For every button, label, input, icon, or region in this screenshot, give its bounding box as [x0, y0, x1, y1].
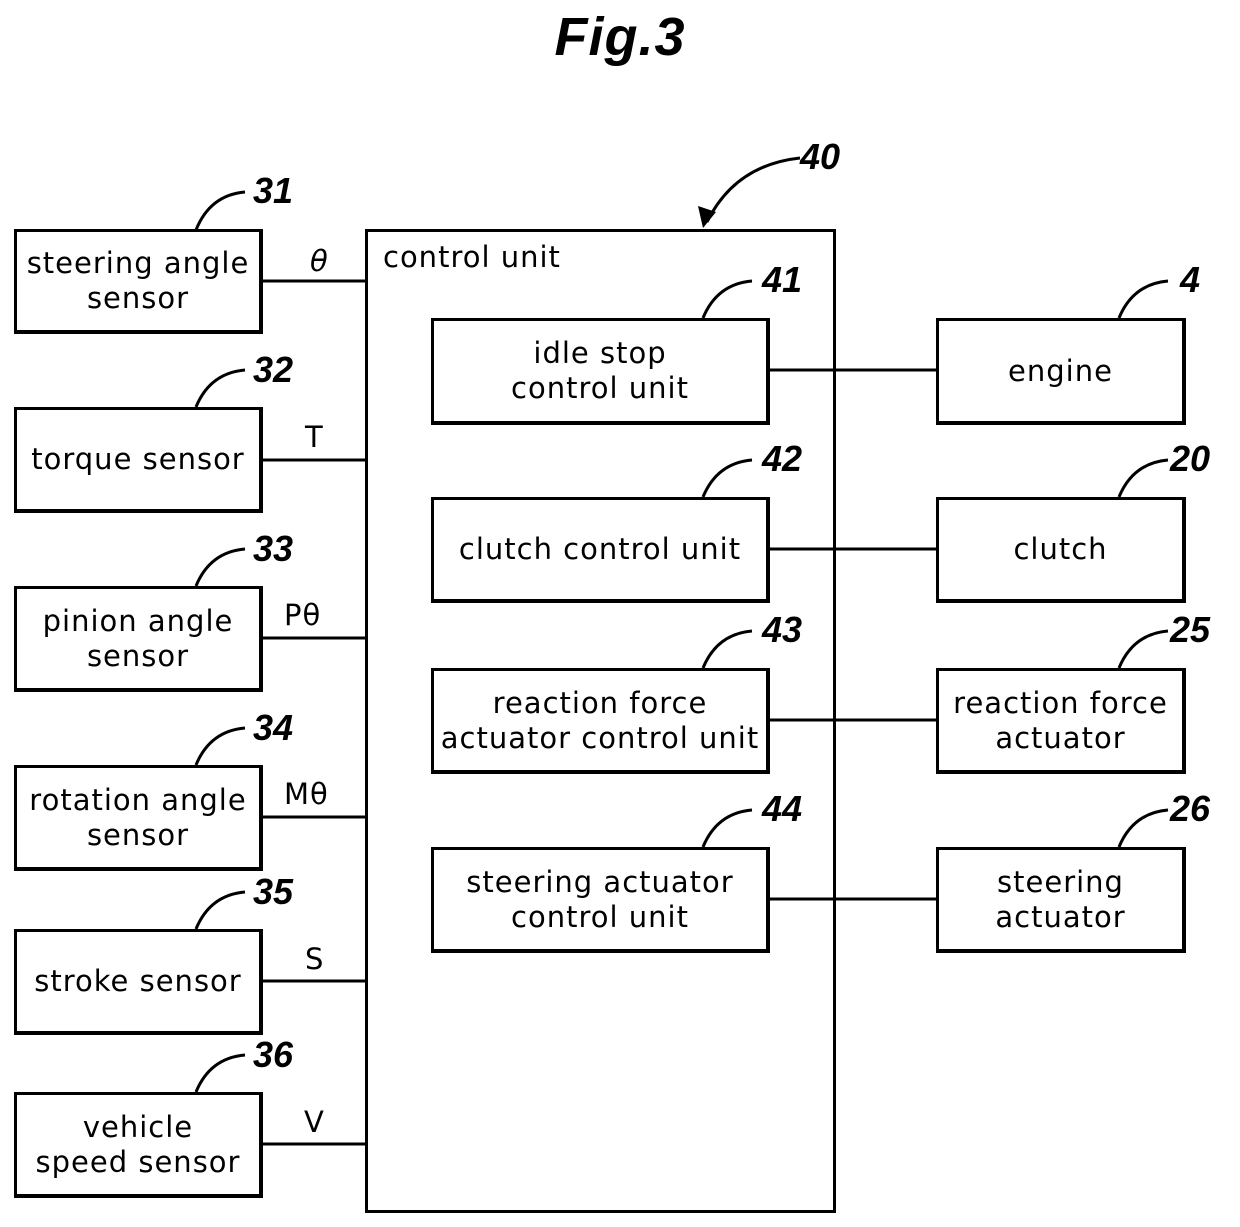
signal-v: V — [304, 1105, 325, 1139]
pinion-angle-sensor: pinion angle sensor — [14, 586, 263, 692]
signal-s: S — [305, 942, 325, 976]
leader-31 — [194, 190, 246, 231]
control-unit-label: control unit — [383, 240, 561, 274]
ref-34: 34 — [253, 707, 294, 748]
engine: engine — [936, 318, 1186, 425]
reaction-force-actuator-control-unit: reaction force actuator control unit — [431, 668, 770, 774]
steering-angle-sensor: steering angle sensor — [14, 229, 263, 334]
steering-actuator: steering actuator — [936, 847, 1186, 953]
clutch: clutch — [936, 497, 1186, 603]
vehicle-speed-sensor: vehicle speed sensor — [14, 1092, 263, 1198]
leader-32 — [194, 368, 246, 408]
ref-25: 25 — [1170, 609, 1211, 650]
reaction-force-actuator: reaction force actuator — [936, 668, 1186, 774]
leader-40 — [705, 156, 801, 223]
leader-33 — [194, 547, 246, 587]
rotation-angle-sensor: rotation angle sensor — [14, 765, 263, 871]
leader-26 — [1117, 808, 1169, 848]
ref-20: 20 — [1170, 438, 1211, 479]
idle-stop-control-unit: idle stop control unit — [431, 318, 770, 425]
torque-sensor: torque sensor — [14, 407, 263, 513]
ref-26: 26 — [1170, 788, 1211, 829]
ref-44: 44 — [762, 788, 803, 829]
signal-theta: θ — [310, 244, 329, 278]
ref-42: 42 — [762, 438, 803, 479]
ref-33: 33 — [253, 528, 294, 569]
leader-35 — [194, 890, 246, 930]
ref-43: 43 — [762, 609, 803, 650]
stroke-sensor: stroke sensor — [14, 929, 263, 1035]
ref-4: 4 — [1180, 259, 1201, 300]
leader-25 — [1117, 629, 1169, 669]
ref-31: 31 — [253, 170, 294, 211]
leader-4 — [1117, 279, 1169, 319]
ref-32: 32 — [253, 349, 294, 390]
ref-41: 41 — [762, 259, 803, 300]
signal-t: T — [305, 420, 324, 454]
steering-actuator-control-unit: steering actuator control unit — [431, 847, 770, 953]
clutch-control-unit: clutch control unit — [431, 497, 770, 603]
signal-m-theta: Mθ — [284, 777, 329, 811]
signal-p-theta: Pθ — [284, 598, 322, 632]
leader-20 — [1117, 458, 1169, 498]
leader-36 — [194, 1053, 246, 1093]
ref-40: 40 — [800, 136, 841, 177]
ref-35: 35 — [253, 871, 294, 912]
ref-36: 36 — [253, 1034, 294, 1075]
leader-34 — [194, 726, 246, 766]
